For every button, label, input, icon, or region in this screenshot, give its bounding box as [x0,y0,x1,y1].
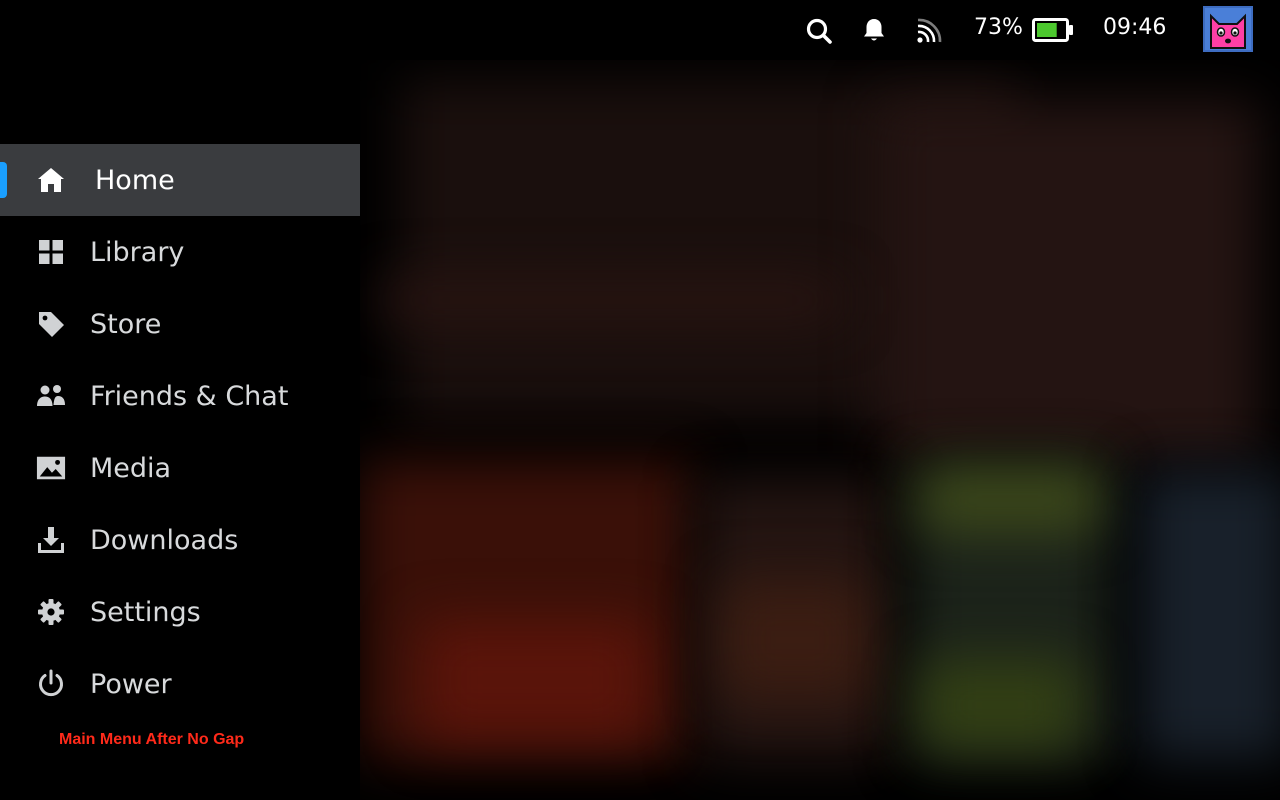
bell-icon[interactable] [860,16,888,44]
menu-item-label: Downloads [90,524,239,556]
avatar[interactable] [1203,6,1253,52]
menu-item-label: Home [95,164,175,196]
active-indicator [0,162,7,198]
menu-item-power[interactable]: Power [0,648,360,720]
main-menu: Home Library Store Friends & Chat Media … [0,144,360,720]
download-icon [36,525,66,555]
grid-icon [36,237,66,267]
blurred-home-background [360,60,1280,800]
tag-icon [36,309,66,339]
gear-icon [36,597,66,627]
steam-deck-screen: 73% 09:46 Home Library Store Friends & C… [0,0,1280,800]
battery-percent: 73% [974,15,1023,40]
menu-item-downloads[interactable]: Downloads [0,504,360,576]
menu-item-library[interactable]: Library [0,216,360,288]
menu-item-settings[interactable]: Settings [0,576,360,648]
menu-item-label: Library [90,236,185,268]
home-icon [36,165,66,195]
search-icon[interactable] [805,17,833,45]
wifi-signal-icon[interactable] [914,18,944,46]
debug-caption: Main Menu After No Gap [59,731,245,748]
menu-item-label: Power [90,668,172,700]
menu-item-label: Media [90,452,172,484]
menu-item-media[interactable]: Media [0,432,360,504]
menu-item-label: Friends & Chat [90,380,289,412]
menu-item-store[interactable]: Store [0,288,360,360]
people-icon [36,381,66,411]
battery-icon[interactable] [1032,18,1074,42]
menu-item-friends-chat[interactable]: Friends & Chat [0,360,360,432]
menu-item-label: Settings [90,596,201,628]
menu-item-label: Store [90,308,162,340]
power-icon [36,669,66,699]
menu-item-home[interactable]: Home [0,144,360,216]
clock: 09:46 [1103,15,1167,40]
image-icon [36,453,66,483]
